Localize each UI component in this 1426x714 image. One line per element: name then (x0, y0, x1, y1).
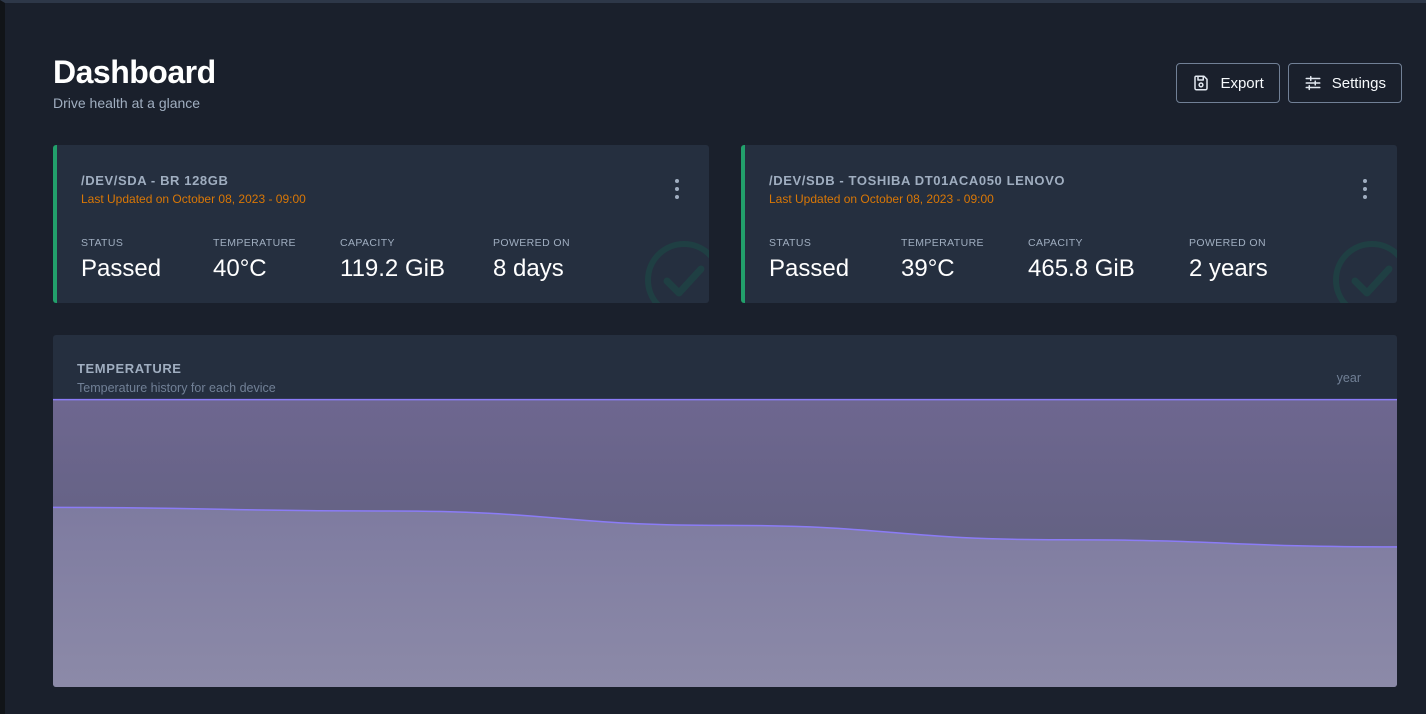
device-card-sdb[interactable]: /DEV/SDB - TOSHIBA DT01ACA050 LENOVO Las… (741, 145, 1397, 303)
device-card-sda[interactable]: /DEV/SDA - BR 128GB Last Updated on Octo… (53, 145, 709, 303)
page-header: Dashboard Drive health at a glance Expor… (53, 53, 1402, 111)
stat-status: STATUS Passed (81, 237, 162, 282)
export-button[interactable]: Export (1176, 63, 1280, 103)
stat-temperature: TEMPERATURE 39°C (901, 237, 984, 282)
save-icon (1194, 75, 1209, 91)
settings-button[interactable]: Settings (1287, 63, 1402, 103)
chart-title: TEMPERATURE (77, 361, 182, 376)
more-options-icon[interactable] (1359, 179, 1371, 199)
device-stats: STATUS Passed TEMPERATURE 39°C CAPACITY … (769, 237, 1319, 283)
page-title: Dashboard (53, 54, 216, 90)
dashboard-page: Dashboard Drive health at a glance Expor… (0, 0, 1426, 714)
stat-temperature: TEMPERATURE 40°C (213, 237, 296, 282)
stat-powered-on: POWERED ON 2 years (1189, 237, 1268, 282)
device-updated: Last Updated on October 08, 2023 - 09:00 (769, 192, 994, 206)
header-actions: Export Settings (1176, 63, 1402, 103)
temperature-chart-card: TEMPERATURE Temperature history for each… (53, 335, 1397, 687)
device-title: /DEV/SDA - BR 128GB (81, 173, 229, 188)
title-block: Dashboard Drive health at a glance (53, 53, 216, 111)
device-stats: STATUS Passed TEMPERATURE 40°C CAPACITY … (81, 237, 623, 283)
stat-capacity: CAPACITY 465.8 GiB (1028, 237, 1135, 282)
stat-capacity: CAPACITY 119.2 GiB (340, 237, 445, 282)
chart-range-selector[interactable]: year (1337, 371, 1361, 385)
page-subtitle: Drive health at a glance (53, 95, 201, 111)
device-title: /DEV/SDB - TOSHIBA DT01ACA050 LENOVO (769, 173, 1066, 188)
sliders-icon (1305, 75, 1321, 91)
check-circle-icon (645, 241, 709, 303)
check-circle-icon (1333, 241, 1397, 303)
more-options-icon[interactable] (671, 179, 683, 199)
device-updated: Last Updated on October 08, 2023 - 09:00 (81, 192, 306, 206)
stat-status: STATUS Passed (769, 237, 850, 282)
stat-powered-on: POWERED ON 8 days (493, 237, 570, 282)
chart-subtitle: Temperature history for each device (77, 381, 276, 395)
settings-label: Settings (1331, 74, 1386, 92)
export-label: Export (1220, 74, 1264, 92)
device-cards: /DEV/SDA - BR 128GB Last Updated on Octo… (53, 145, 1397, 303)
